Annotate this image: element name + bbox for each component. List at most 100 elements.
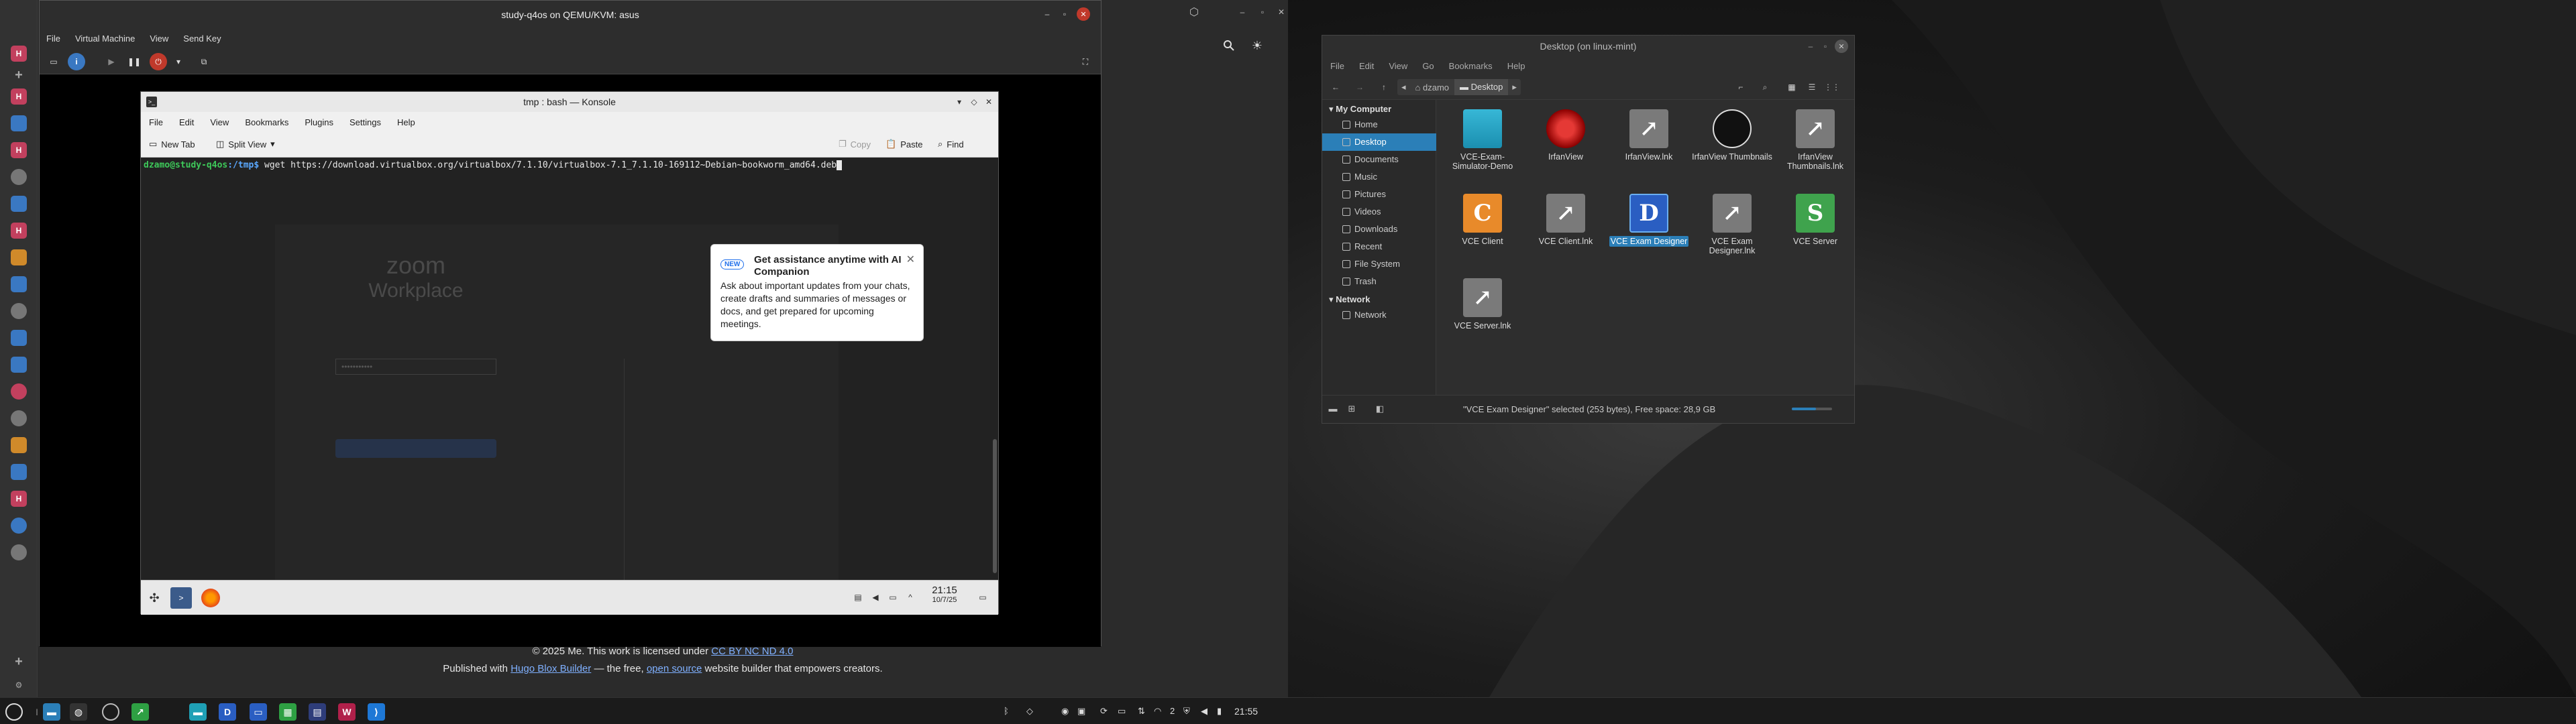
display-icon[interactable]: ▭ bbox=[45, 53, 62, 70]
file-item[interactable]: ↗ IrfanView.lnk bbox=[1609, 109, 1689, 162]
file-item[interactable]: IrfanView bbox=[1525, 109, 1606, 162]
app-icon[interactable]: ▬ bbox=[189, 703, 207, 721]
new-tab-button[interactable]: ▭ New Tab bbox=[149, 139, 195, 149]
sidebar-heading-network[interactable]: ▾ Network bbox=[1329, 294, 1370, 305]
sidebar-item-trash[interactable]: Trash bbox=[1322, 273, 1436, 290]
minimize-icon[interactable]: – bbox=[1234, 4, 1250, 20]
hugo-link[interactable]: Hugo Blox Builder bbox=[511, 663, 591, 674]
sidebar-app-icon[interactable] bbox=[11, 464, 27, 480]
sidebar-item-network[interactable]: Network bbox=[1322, 306, 1436, 324]
shield-icon[interactable]: ⛨ bbox=[1183, 706, 1190, 717]
sidebar-item-documents[interactable]: Documents bbox=[1322, 151, 1436, 168]
chevron-down-icon[interactable]: ▾ bbox=[170, 53, 187, 70]
add-icon[interactable]: + bbox=[11, 67, 27, 83]
sidebar-item-home[interactable]: Home bbox=[1322, 116, 1436, 133]
split-view-button[interactable]: ◫ Split View ▾ bbox=[216, 139, 275, 149]
sidebar-app-icon[interactable] bbox=[11, 383, 27, 400]
menu-edit[interactable]: Edit bbox=[1359, 61, 1374, 71]
power-icon[interactable]: ⏻ bbox=[150, 53, 167, 70]
file-item-selected[interactable]: D VCE Exam Designer bbox=[1609, 194, 1689, 247]
sidebar-item-pictures[interactable]: Pictures bbox=[1322, 186, 1436, 203]
license-link[interactable]: CC BY NC ND 4.0 bbox=[711, 646, 793, 657]
menu-file[interactable]: File bbox=[46, 34, 60, 44]
theme-toggle-icon[interactable]: ☀ bbox=[1249, 38, 1265, 54]
list-view-icon[interactable]: ☰ bbox=[1805, 80, 1819, 94]
close-icon[interactable]: ✕ bbox=[1835, 40, 1848, 53]
chevron-left-icon[interactable]: ◂ bbox=[1397, 82, 1410, 93]
volume-icon[interactable]: ◀ bbox=[869, 591, 881, 603]
spreadsheet-icon[interactable]: ▦ bbox=[279, 703, 297, 721]
search-icon[interactable]: ⌕ bbox=[1758, 80, 1772, 94]
menu-bookmarks[interactable]: Bookmarks bbox=[245, 117, 288, 127]
sidebar-item-file-system[interactable]: File System bbox=[1322, 255, 1436, 273]
workspace-icon[interactable]: 2 bbox=[1170, 706, 1175, 716]
sidebar-item-music[interactable]: Music bbox=[1322, 168, 1436, 186]
menu-view[interactable]: View bbox=[1389, 61, 1407, 71]
places-icon[interactable]: ▬ bbox=[1328, 404, 1338, 414]
find-button[interactable]: ⌕ Find bbox=[938, 139, 964, 149]
close-icon[interactable]: ✕ bbox=[906, 253, 915, 266]
menu-view[interactable]: View bbox=[210, 117, 229, 127]
back-icon[interactable]: ← bbox=[1329, 80, 1342, 94]
sidebar-app-icon[interactable] bbox=[11, 303, 27, 319]
close-icon[interactable]: ✕ bbox=[1273, 4, 1289, 20]
pause-icon[interactable]: ❚❚ bbox=[125, 53, 143, 70]
vm-guest-display[interactable]: tmp : bash — Konsole >_ ▾ ◇ ✕ File Edit … bbox=[40, 74, 1101, 647]
breadcrumb-home[interactable]: ⌂ dzamo bbox=[1410, 82, 1455, 93]
network-icon[interactable]: ⇅ bbox=[1138, 706, 1145, 717]
run-icon[interactable]: ▶ bbox=[103, 53, 120, 70]
menu-send-key[interactable]: Send Key bbox=[183, 34, 221, 44]
clipboard-icon[interactable]: ▤ bbox=[852, 591, 864, 603]
maximize-icon[interactable]: ▫ bbox=[1820, 41, 1831, 52]
firefox-icon[interactable] bbox=[201, 589, 220, 607]
sidebar-app-icon[interactable] bbox=[11, 437, 27, 453]
sidebar-app-icon[interactable]: H bbox=[11, 142, 27, 158]
sidebar-app-icon[interactable] bbox=[11, 518, 27, 534]
display-icon[interactable]: ▭ bbox=[1118, 706, 1126, 717]
file-item[interactable]: S VCE Server bbox=[1775, 194, 1856, 246]
menu-file[interactable]: File bbox=[149, 117, 163, 127]
close-icon[interactable]: ✕ bbox=[982, 95, 996, 109]
app-tray-icon[interactable]: ▣ bbox=[1077, 706, 1085, 717]
file-item[interactable]: ↗ VCE Server.lnk bbox=[1442, 278, 1523, 330]
forward-icon[interactable]: → bbox=[1353, 80, 1366, 94]
sidebar-app-icon[interactable]: H bbox=[11, 88, 27, 105]
snapshot-icon[interactable]: ⧉ bbox=[195, 53, 213, 70]
menu-settings[interactable]: Settings bbox=[350, 117, 381, 127]
sidebar-app-icon[interactable] bbox=[11, 330, 27, 346]
icon-view-icon[interactable]: ▦ bbox=[1785, 80, 1799, 94]
sidebar-app-icon[interactable] bbox=[11, 544, 27, 560]
zoom-slider[interactable] bbox=[1792, 408, 1832, 410]
network-icon[interactable]: ▭ bbox=[887, 591, 899, 603]
tree-icon[interactable]: ⊞ bbox=[1346, 404, 1357, 414]
info-icon[interactable]: i bbox=[68, 53, 85, 70]
sidebar-heading-computer[interactable]: ▾ My Computer bbox=[1329, 104, 1391, 115]
vscode-icon[interactable]: ⟩ bbox=[368, 703, 385, 721]
app-icon[interactable]: ↗ bbox=[131, 703, 149, 721]
menu-file[interactable]: File bbox=[1330, 61, 1344, 71]
search-icon[interactable] bbox=[1221, 38, 1237, 54]
file-item[interactable]: ↗ VCE Client.lnk bbox=[1525, 194, 1606, 246]
app-icon[interactable]: ▭ bbox=[250, 703, 267, 721]
sidebar-app-icon[interactable]: H bbox=[11, 223, 27, 239]
sidebar-app-icon[interactable] bbox=[11, 196, 27, 212]
menu-help[interactable]: Help bbox=[1507, 61, 1525, 71]
show-desktop-icon[interactable]: ▭ bbox=[977, 591, 989, 603]
update-icon[interactable]: ⟳ bbox=[1100, 706, 1108, 717]
compact-view-icon[interactable]: ⋮⋮ bbox=[1824, 80, 1840, 94]
add-icon[interactable]: + bbox=[11, 654, 27, 670]
clock[interactable]: 21:55 bbox=[1234, 706, 1258, 717]
monitor-icon[interactable]: ◍ bbox=[70, 703, 87, 721]
app-icon[interactable]: W bbox=[338, 703, 356, 721]
sidebar-item-downloads[interactable]: Downloads bbox=[1322, 221, 1436, 238]
menu-go[interactable]: Go bbox=[1422, 61, 1434, 71]
sidebar-app-icon[interactable] bbox=[11, 276, 27, 292]
maximize-icon[interactable]: ▫ bbox=[1058, 7, 1071, 21]
menu-icon[interactable] bbox=[5, 703, 23, 721]
file-item[interactable]: ↗ IrfanView Thumbnails.lnk bbox=[1775, 109, 1856, 171]
sidebar-app-icon[interactable] bbox=[11, 115, 27, 131]
opensource-link[interactable]: open source bbox=[647, 663, 702, 674]
wifi-icon[interactable]: ◠ bbox=[1154, 706, 1161, 717]
disk-icon[interactable] bbox=[102, 703, 119, 721]
battery-icon[interactable]: ▮ bbox=[1217, 706, 1222, 717]
